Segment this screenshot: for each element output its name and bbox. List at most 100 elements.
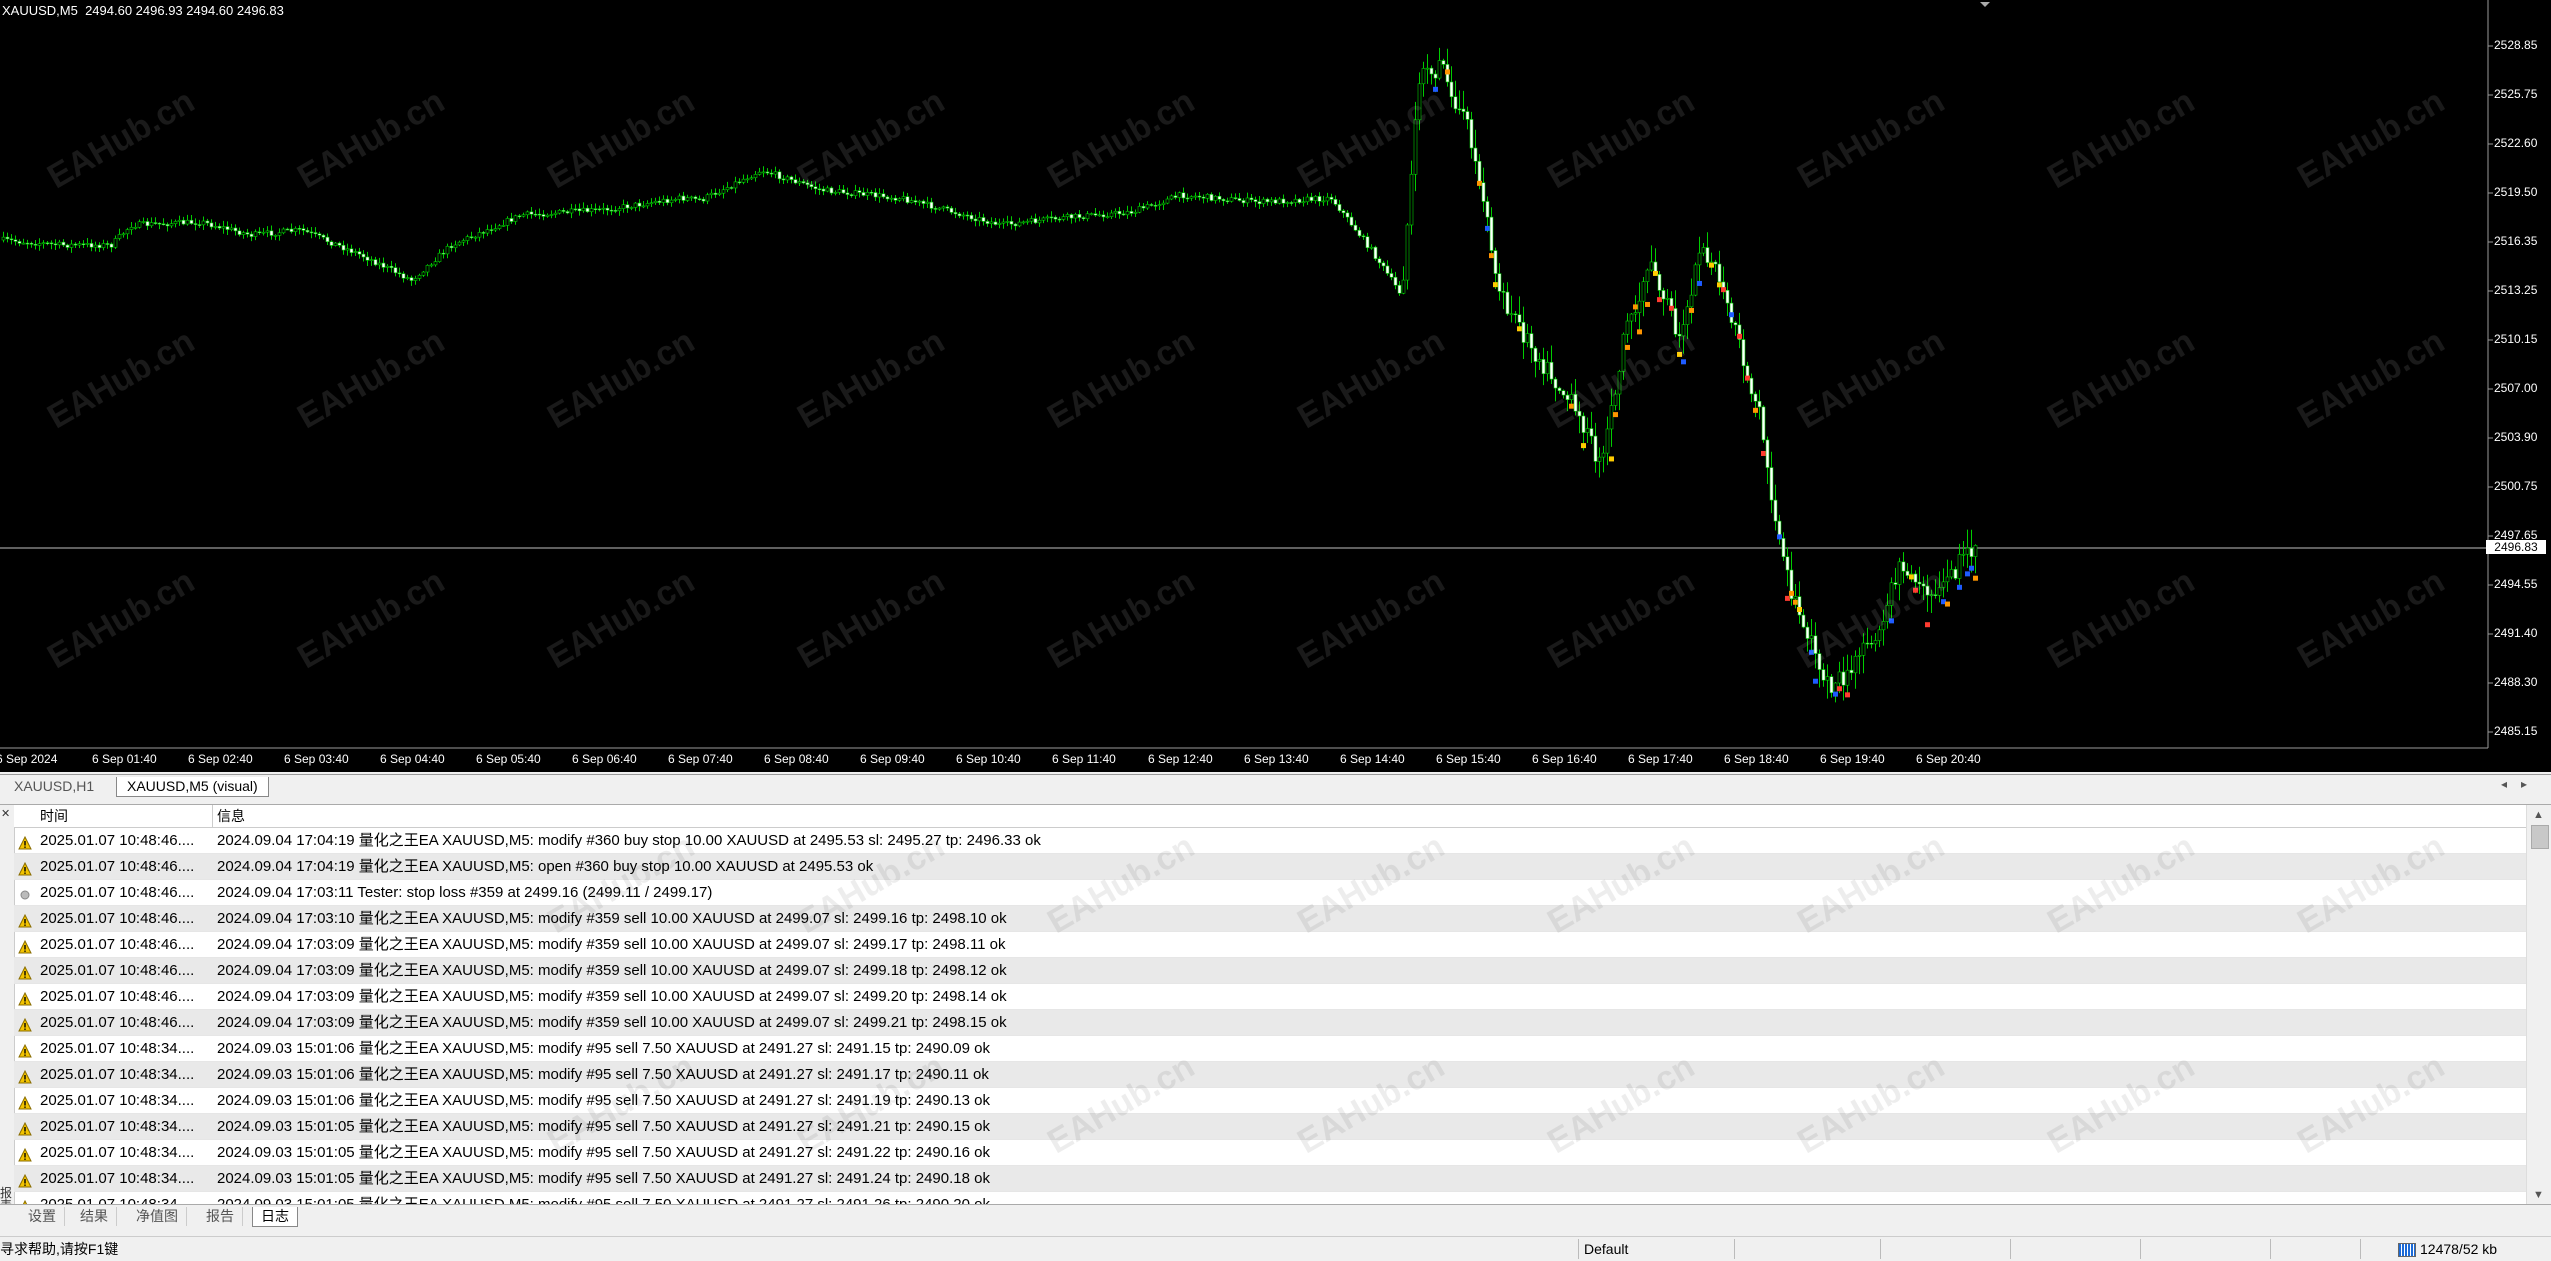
tab-report[interactable]: 报告	[198, 1207, 243, 1226]
tab-scroll-arrows[interactable]: ◂▸	[2501, 777, 2541, 791]
candle-body	[381, 262, 386, 268]
candle-body	[1225, 200, 1230, 203]
log-row[interactable]: 2025.01.07 10:48:46.... 2024.09.04 17:03:…	[14, 906, 2527, 932]
candle-body	[357, 251, 362, 255]
info-dot-icon	[18, 885, 32, 900]
column-header-time[interactable]: 时间	[40, 805, 68, 827]
candle-body	[1105, 216, 1110, 218]
tab-equity-graph[interactable]: 净值图	[128, 1207, 187, 1226]
arrow-left-icon[interactable]: ◂	[2501, 777, 2521, 791]
candle-body	[1161, 202, 1166, 205]
candle-body	[501, 225, 506, 227]
candle-body	[1861, 642, 1866, 656]
candle-body	[29, 242, 34, 245]
candle-body	[149, 222, 154, 227]
candle-body	[173, 221, 178, 224]
candle-body	[1441, 60, 1446, 65]
candle-body	[813, 186, 818, 190]
candle-body	[197, 224, 202, 226]
log-message-cell: 2024.09.03 15:01:06 量化之王EA XAUUSD,M5: mo…	[217, 1040, 990, 1057]
column-header-info[interactable]: 信息	[217, 805, 245, 827]
warning-icon	[18, 989, 32, 1006]
candle-body	[669, 199, 674, 204]
status-memory: 12478/52 kb	[2398, 1237, 2497, 1261]
vertical-scrollbar[interactable]: ▲ ▼	[2526, 805, 2551, 1205]
price-chart[interactable]: XAUUSD,M5 2494.60 2496.93 2494.60 2496.8…	[0, 0, 2551, 772]
candle-body	[1005, 221, 1010, 223]
trade-arrow-marker	[1581, 443, 1586, 449]
candle-body	[1605, 428, 1610, 454]
tab-label: 设置	[28, 1208, 56, 1224]
tab-journal[interactable]: 日志	[252, 1207, 298, 1227]
log-row[interactable]: 2025.01.07 10:48:46.... 2024.09.04 17:04:…	[14, 854, 2527, 880]
tab-label: 报告	[206, 1208, 234, 1224]
chart-window-tabs: XAUUSD,H1 XAUUSD,M5 (visual) ◂▸	[0, 774, 2551, 799]
log-row[interactable]: 2025.01.07 10:48:46.... 2024.09.04 17:03:…	[14, 1010, 2527, 1036]
candle-body	[85, 243, 90, 245]
log-row[interactable]: 2025.01.07 10:48:34.... 2024.09.03 15:01:…	[14, 1062, 2527, 1088]
candle-body	[1613, 393, 1618, 406]
trade-arrow-marker	[1517, 326, 1522, 332]
arrow-right-icon[interactable]: ▸	[2521, 777, 2541, 791]
candle-body	[1309, 196, 1314, 201]
log-message-cell: 2024.09.04 17:03:09 量化之王EA XAUUSD,M5: mo…	[217, 1014, 1007, 1031]
trade-arrow-marker	[1789, 590, 1794, 596]
candle-body	[1061, 216, 1066, 220]
candle-body	[1817, 653, 1822, 670]
candle-body	[165, 224, 170, 227]
log-time-cell: 2025.01.07 10:48:46....	[40, 858, 195, 875]
log-time-cell: 2025.01.07 10:48:46....	[40, 988, 195, 1005]
log-row[interactable]: 2025.01.07 10:48:34.... 2024.09.03 15:01:…	[14, 1140, 2527, 1166]
tab-xauusd-m5-visual[interactable]: XAUUSD,M5 (visual)	[116, 777, 269, 797]
log-row[interactable]: 2025.01.07 10:48:46.... 2024.09.04 17:03:…	[14, 932, 2527, 958]
candle-body	[697, 198, 702, 200]
candle-body	[973, 218, 978, 222]
candle-body	[1305, 196, 1310, 203]
scrollbar-thumb[interactable]	[2531, 825, 2549, 849]
log-row[interactable]: 2025.01.07 10:48:34.... 2024.09.03 15:01:…	[14, 1166, 2527, 1192]
candle-body	[1705, 247, 1710, 263]
log-row[interactable]: 2025.01.07 10:48:46.... 2024.09.04 17:04:…	[14, 828, 2527, 854]
candle-body	[233, 227, 238, 232]
log-row[interactable]: 2025.01.07 10:48:34.... 2024.09.03 15:01:…	[14, 1036, 2527, 1062]
tab-xauusd-h1[interactable]: XAUUSD,H1	[4, 777, 104, 796]
candle-body	[409, 277, 414, 281]
candle-body	[45, 242, 50, 245]
candle-body	[1153, 205, 1158, 207]
candle-body	[1761, 406, 1766, 441]
candle-body	[405, 277, 410, 279]
candle-body	[1901, 561, 1906, 572]
candle-body	[1661, 290, 1666, 300]
candle-body	[609, 209, 614, 212]
tab-results[interactable]: 结果	[72, 1207, 117, 1226]
tab-settings[interactable]: 设置	[20, 1207, 65, 1226]
candle-body	[1733, 322, 1738, 326]
time-tick-label: 6 Sep 17:40	[1628, 752, 1693, 766]
close-icon[interactable]: ✕	[1, 807, 10, 820]
candle-body	[553, 212, 558, 215]
log-row[interactable]: 2025.01.07 10:48:34.... 2024.09.03 15:01:…	[14, 1088, 2527, 1114]
candle-body	[1941, 581, 1946, 588]
warning-icon	[18, 1015, 32, 1032]
time-tick-label: 6 Sep 14:40	[1340, 752, 1405, 766]
scroll-up-icon[interactable]: ▲	[2533, 809, 2544, 821]
log-row[interactable]: 2025.01.07 10:48:46.... 2024.09.04 17:03:…	[14, 958, 2527, 984]
candle-body	[17, 241, 22, 244]
candle-body	[1165, 198, 1170, 204]
candle-body	[341, 245, 346, 251]
candle-body	[1073, 214, 1078, 219]
candle-body	[1833, 682, 1838, 694]
log-row[interactable]: 2025.01.07 10:48:46.... 2024.09.04 17:03:…	[14, 880, 2527, 906]
candle-body	[169, 223, 174, 227]
candle-body	[581, 207, 586, 212]
candle-body	[1065, 214, 1070, 217]
scroll-down-icon[interactable]: ▼	[2533, 1189, 2544, 1201]
candle-body	[825, 187, 830, 192]
log-row[interactable]: 2025.01.07 10:48:46.... 2024.09.04 17:03:…	[14, 984, 2527, 1010]
column-divider[interactable]	[212, 805, 213, 827]
candle-body	[237, 230, 242, 235]
log-row[interactable]: 2025.01.07 10:48:34.... 2024.09.03 15:01:…	[14, 1114, 2527, 1140]
status-profile: Default	[1584, 1241, 1629, 1257]
candle-body	[469, 236, 474, 238]
candle-body	[905, 196, 910, 203]
